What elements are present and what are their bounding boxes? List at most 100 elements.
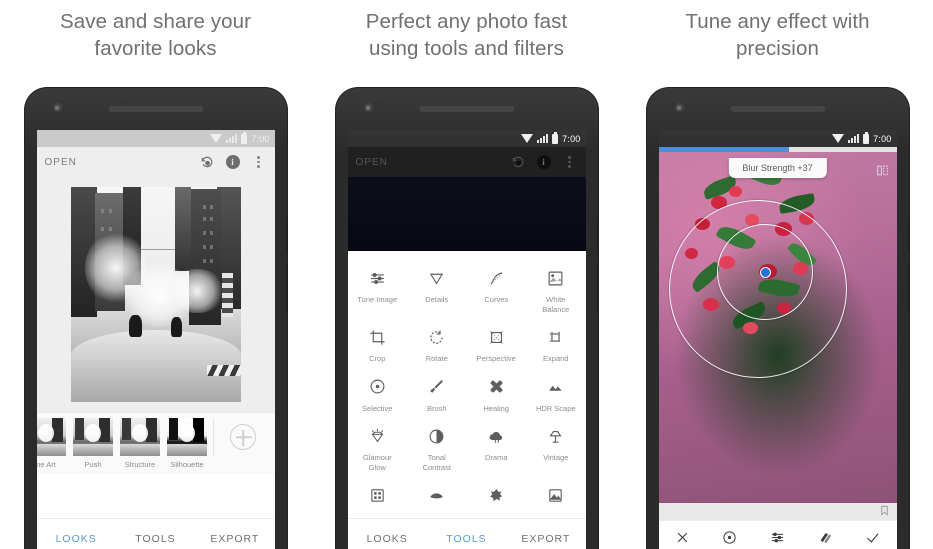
tool-drama[interactable]: Drama <box>467 417 527 476</box>
look-label: Push <box>84 460 102 469</box>
status-bar: 7:00 <box>658 130 897 147</box>
tool-hdr-scape[interactable]: HDR Scape <box>526 368 586 418</box>
tab-export[interactable]: EXPORT <box>195 533 274 545</box>
tools-grid: Tune Image Details Curves White Balance … <box>348 259 586 516</box>
tab-looks[interactable]: LOOKS <box>348 533 427 545</box>
tool-vintage[interactable]: Vintage <box>526 417 586 476</box>
tool-tune-image[interactable]: Tune Image <box>348 259 408 318</box>
front-camera-icon <box>52 103 62 112</box>
look-label: Structure <box>124 460 156 469</box>
look-item[interactable]: Structure <box>117 418 164 469</box>
tool-glamour-glow[interactable]: Glamour Glow <box>348 417 408 476</box>
stack-icon[interactable] <box>818 530 833 549</box>
open-button[interactable]: OPEN <box>45 157 189 168</box>
open-button[interactable]: OPEN <box>356 157 500 168</box>
expand-icon <box>528 326 584 348</box>
photo-viewport[interactable] <box>36 177 275 412</box>
save-bar <box>658 503 897 521</box>
look-item[interactable]: Push <box>70 418 117 469</box>
tab-tools[interactable]: TOOLS <box>116 533 195 545</box>
close-icon[interactable] <box>675 530 690 549</box>
phone-3-screen: 7:00 Blur Strength +37 <box>658 130 897 549</box>
tool-label: Crop <box>369 354 386 363</box>
retrolux-icon <box>409 484 465 506</box>
tab-tools[interactable]: TOOLS <box>427 533 506 545</box>
glamour-glow-icon <box>350 425 406 447</box>
battery-icon <box>552 131 559 144</box>
details-icon <box>409 267 465 289</box>
tool-tonal-contrast[interactable]: Tonal Contrast <box>407 417 467 476</box>
hdr-scape-icon <box>528 376 584 398</box>
add-look-button[interactable] <box>212 418 273 456</box>
phone-mockup-1: 7:00 OPEN i ne Art Push Structure Silhou… <box>24 88 287 549</box>
target-icon[interactable] <box>722 530 737 549</box>
tool-healing[interactable]: Healing <box>467 368 527 418</box>
brush-icon <box>409 376 465 398</box>
overflow-menu-icon[interactable] <box>251 154 267 170</box>
app-bar: OPEN i <box>36 147 275 177</box>
tool-crop[interactable]: Crop <box>348 318 408 368</box>
revert-icon[interactable] <box>510 154 526 170</box>
status-time: 7:00 <box>251 133 270 144</box>
volume-button[interactable] <box>907 263 909 313</box>
front-camera-icon <box>674 103 684 112</box>
add-circle-icon <box>230 424 256 450</box>
power-button[interactable] <box>907 218 909 252</box>
blur-center-handle[interactable] <box>759 267 771 278</box>
tool-brush[interactable]: Brush <box>407 368 467 418</box>
look-item[interactable]: Silhouette <box>164 418 211 469</box>
tab-export[interactable]: EXPORT <box>506 533 585 545</box>
info-icon[interactable]: i <box>225 154 241 170</box>
photo-viewport[interactable]: Blur Strength +37 <box>658 152 897 503</box>
earpiece-speaker <box>419 106 514 112</box>
tool-selective[interactable]: Selective <box>348 368 408 418</box>
healing-icon <box>469 376 525 398</box>
grunge-icon <box>469 484 525 506</box>
sliders-icon[interactable] <box>770 530 785 549</box>
tool-curves[interactable]: Curves <box>467 259 527 318</box>
info-icon[interactable]: i <box>536 154 552 170</box>
tool-expand[interactable]: Expand <box>526 318 586 368</box>
check-icon[interactable] <box>865 530 880 549</box>
look-label: Silhouette <box>170 460 204 469</box>
revert-icon[interactable] <box>199 154 215 170</box>
battery-icon <box>863 131 870 144</box>
phone-mockup-3: 7:00 Blur Strength +37 <box>646 88 909 549</box>
tool-label: Details <box>425 295 449 304</box>
power-button[interactable] <box>596 218 598 252</box>
volume-button[interactable] <box>596 263 598 313</box>
compare-icon[interactable] <box>876 164 889 182</box>
tool-details[interactable]: Details <box>407 259 467 318</box>
phone-2-screen: 7:00 OPEN i Tune Image Details Curves Wh… <box>347 130 586 549</box>
tool-grainy-film[interactable] <box>348 476 408 516</box>
looks-filmstrip[interactable]: ne Art Push Structure Silhouette <box>36 412 275 475</box>
front-camera-icon <box>363 103 373 112</box>
status-time: 7:00 <box>873 133 892 144</box>
tool-rotate[interactable]: Rotate <box>407 318 467 368</box>
photo-viewport[interactable] <box>347 177 586 251</box>
status-time: 7:00 <box>562 133 581 144</box>
tool-white-balance[interactable]: White Balance <box>526 259 586 318</box>
panel-tune-precision: Tune any effect with precision 7:00 Blur… <box>622 0 933 549</box>
tool-grunge[interactable] <box>467 476 527 516</box>
look-item[interactable]: ne Art <box>36 418 70 469</box>
vintage-icon <box>528 425 584 447</box>
tab-looks[interactable]: LOOKS <box>37 533 116 545</box>
tune-image-icon <box>350 267 406 289</box>
selective-icon <box>350 376 406 398</box>
tool-label: Healing <box>483 403 509 413</box>
grainy-film-icon <box>350 484 406 506</box>
tool-frames[interactable] <box>526 476 586 516</box>
panel-3-headline: Tune any effect with precision <box>685 10 870 60</box>
phone-1-screen: 7:00 OPEN i ne Art Push Structure Silhou… <box>36 130 275 549</box>
tool-retrolux[interactable] <box>407 476 467 516</box>
wifi-icon <box>832 134 845 143</box>
tool-perspective[interactable]: Perspective <box>467 318 527 368</box>
bottom-tab-bar: LOOKS TOOLS EXPORT <box>36 518 275 549</box>
frames-icon <box>528 484 584 506</box>
volume-button[interactable] <box>285 263 287 313</box>
overflow-menu-icon[interactable] <box>562 154 578 170</box>
bookmark-icon[interactable] <box>879 503 890 521</box>
tool-label: Drama <box>484 453 508 462</box>
power-button[interactable] <box>285 218 287 252</box>
